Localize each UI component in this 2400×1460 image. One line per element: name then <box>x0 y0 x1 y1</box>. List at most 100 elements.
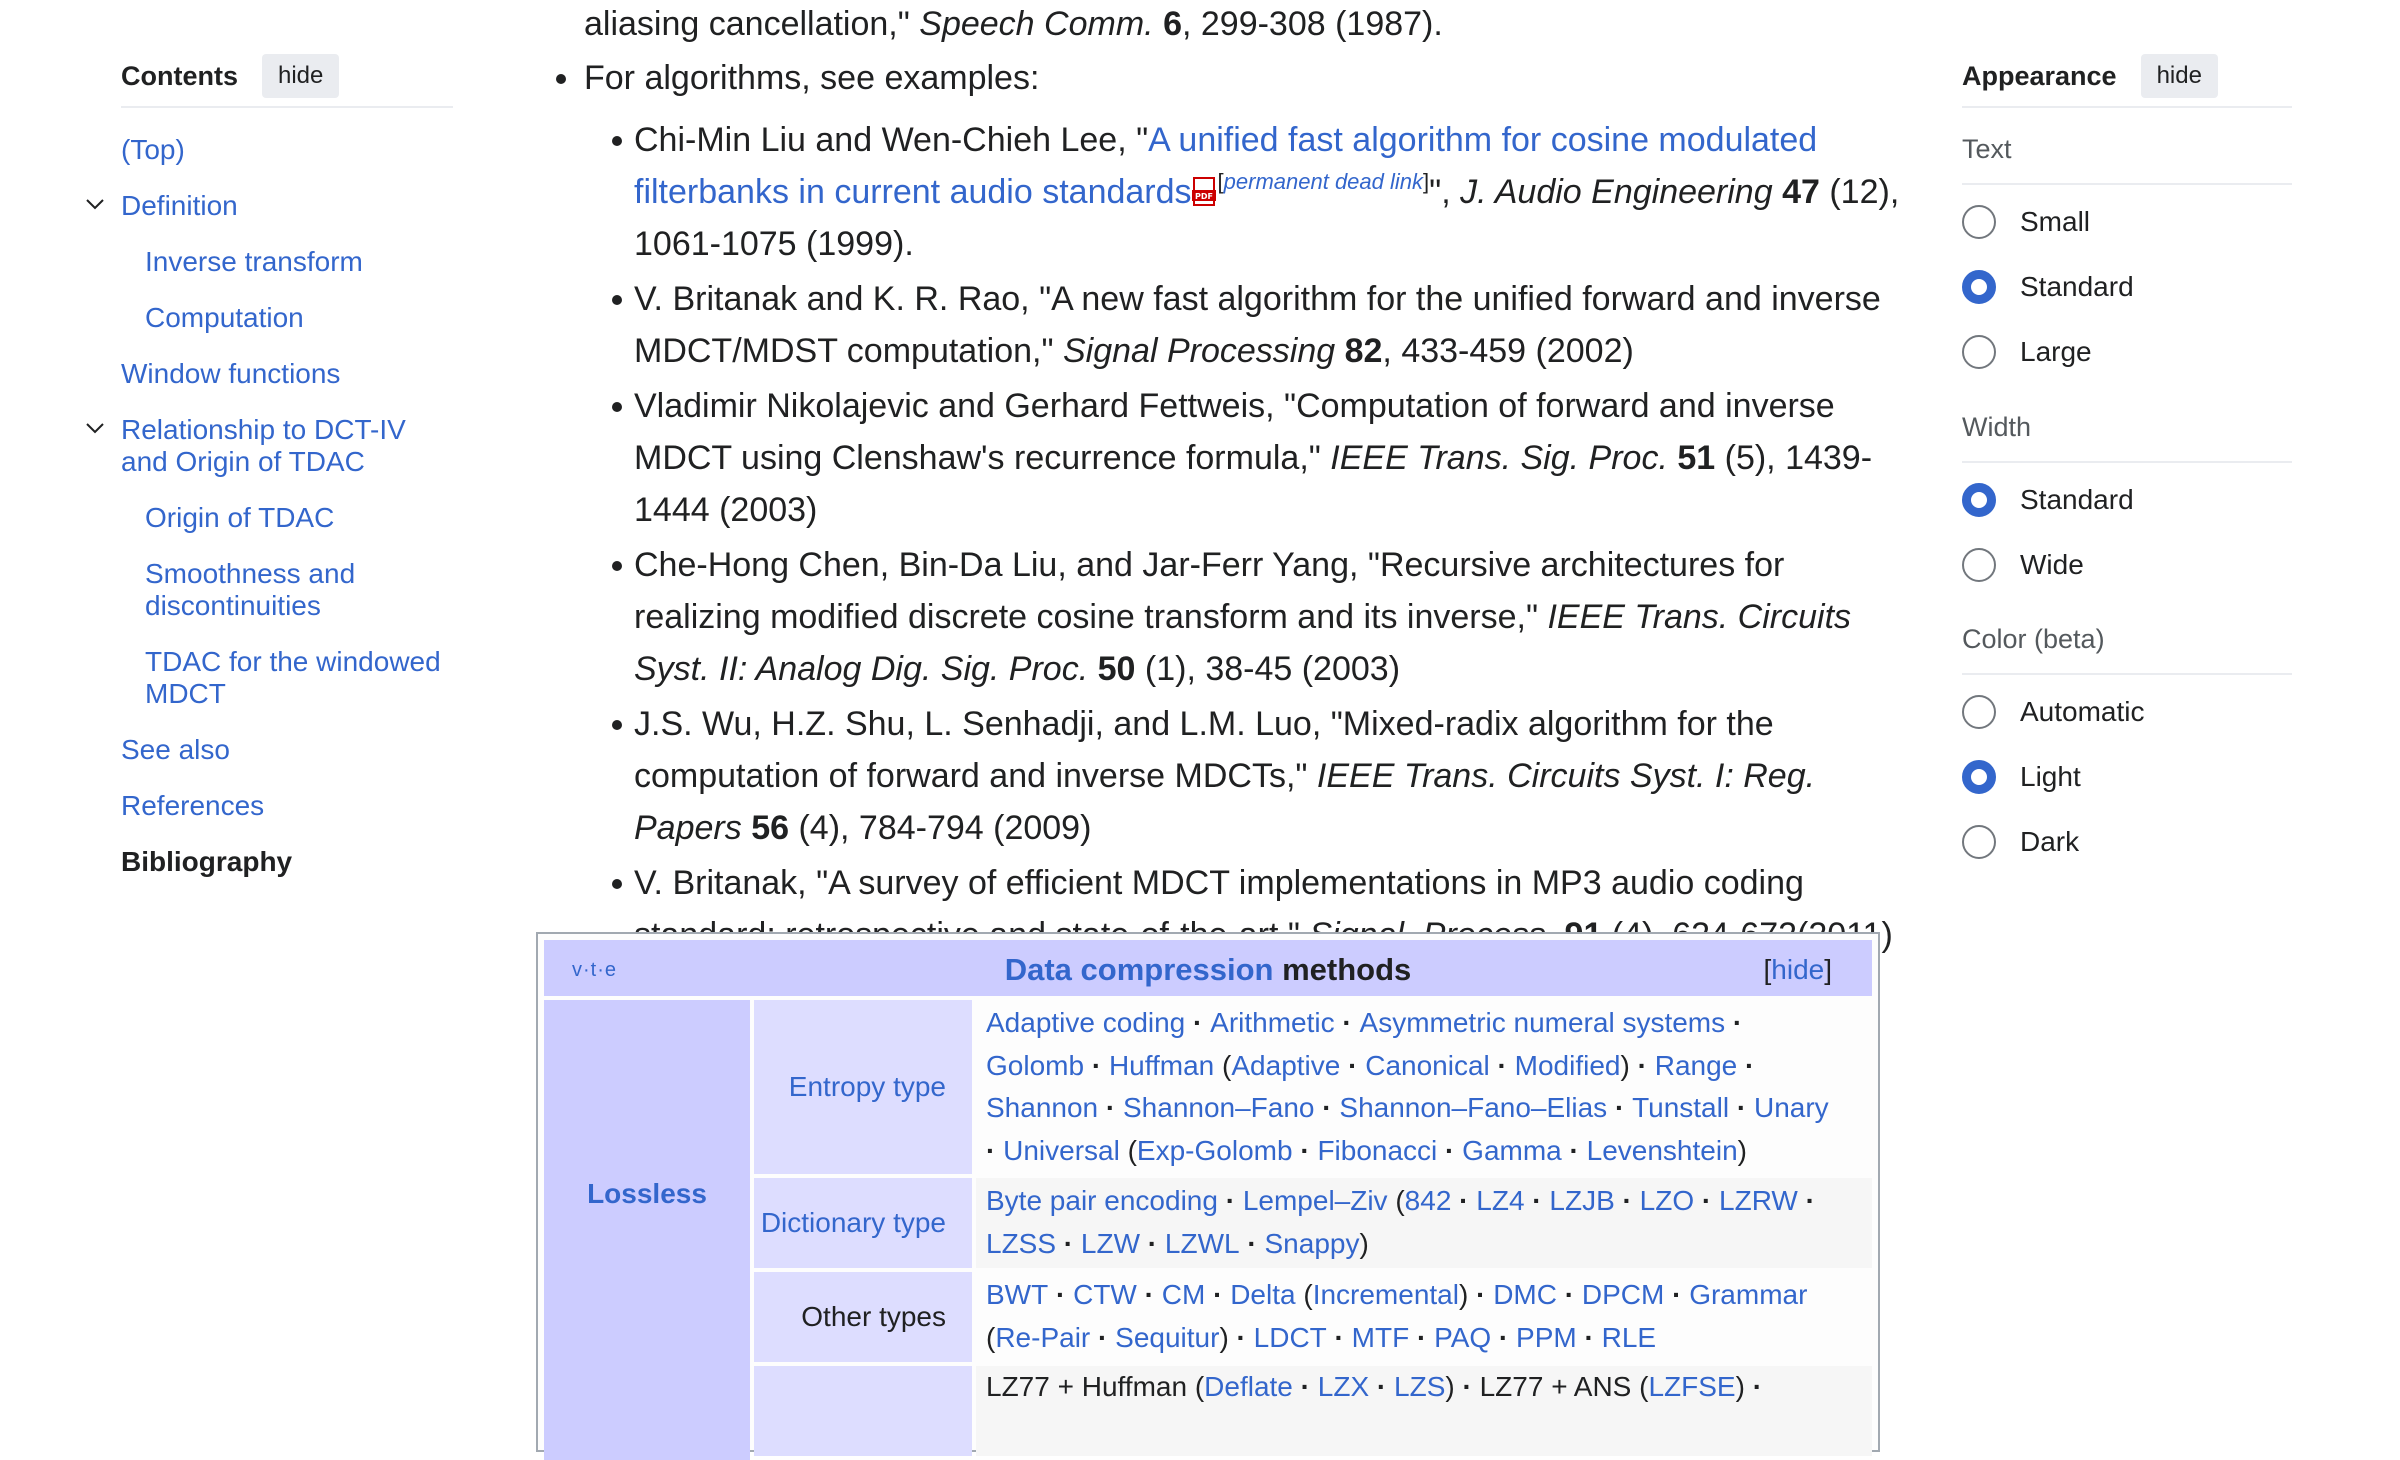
list-link[interactable]: Deflate <box>1204 1371 1293 1402</box>
toc-item-definition-label[interactable]: Definition <box>121 190 238 221</box>
list-item: Vladimir Nikolajevic and Gerhard Fettwei… <box>612 380 1904 536</box>
list-link[interactable]: Adaptive <box>1231 1050 1340 1081</box>
toc-item-relationship-label[interactable]: Relationship to DCT-IV and Origin of TDA… <box>121 414 406 477</box>
list-link[interactable]: LZFSE <box>1648 1371 1735 1402</box>
toc-item-references[interactable]: References <box>121 790 453 822</box>
list-link[interactable]: Unary <box>1754 1092 1829 1123</box>
list-link[interactable]: Byte pair encoding <box>986 1185 1218 1216</box>
list-link[interactable]: LZS <box>1394 1371 1445 1402</box>
list-link[interactable]: LZ4 <box>1476 1185 1524 1216</box>
radio-width-standard[interactable]: Standard <box>1962 483 2134 517</box>
radio-circle[interactable] <box>1962 825 1996 859</box>
list-link[interactable]: PAQ <box>1434 1322 1491 1353</box>
radio-label[interactable]: Automatic <box>2020 696 2145 728</box>
radio-color-dark[interactable]: Dark <box>1962 825 2079 859</box>
radio-label[interactable]: Light <box>2020 761 2081 793</box>
list-link[interactable]: MTF <box>1352 1322 1410 1353</box>
list-link[interactable]: Range <box>1655 1050 1738 1081</box>
chevron-down-icon[interactable] <box>83 192 107 216</box>
list-link[interactable]: LZX <box>1318 1371 1369 1402</box>
list-link[interactable]: PPM <box>1516 1322 1577 1353</box>
navbox-title-link[interactable]: Data compression <box>1005 952 1274 987</box>
list-link[interactable]: Grammar <box>1689 1279 1807 1310</box>
list-link[interactable]: CM <box>1162 1279 1206 1310</box>
toc-item-see-also[interactable]: See also <box>121 734 453 766</box>
toc-item-window-functions[interactable]: Window functions <box>121 358 453 390</box>
list-link[interactable]: Levenshtein <box>1587 1135 1738 1166</box>
list-link[interactable]: 842 <box>1405 1185 1452 1216</box>
radio-label[interactable]: Standard <box>2020 271 2134 303</box>
radio-text-large[interactable]: Large <box>1962 335 2092 369</box>
list-link[interactable]: Arithmetic <box>1210 1007 1334 1038</box>
list-link[interactable]: Sequitur <box>1115 1322 1219 1353</box>
list-link[interactable]: RLE <box>1602 1322 1656 1353</box>
list-link[interactable]: Universal <box>1003 1135 1120 1166</box>
list-link[interactable]: BWT <box>986 1279 1048 1310</box>
radio-label[interactable]: Standard <box>2020 484 2134 516</box>
list-link[interactable]: LZW <box>1081 1228 1140 1259</box>
list-link[interactable]: Lempel–Ziv <box>1243 1185 1388 1216</box>
toc-item-smoothness[interactable]: Smoothness and discontinuities <box>145 558 455 622</box>
list-link[interactable]: Delta <box>1230 1279 1295 1310</box>
appearance-hide-button[interactable]: hide <box>2140 54 2218 98</box>
chevron-down-icon[interactable] <box>83 416 107 440</box>
radio-circle[interactable] <box>1962 335 1996 369</box>
radio-circle-checked[interactable] <box>1962 270 1996 304</box>
radio-circle-checked[interactable] <box>1962 760 1996 794</box>
list-link[interactable]: Fibonacci <box>1317 1135 1437 1166</box>
radio-text-standard[interactable]: Standard <box>1962 270 2134 304</box>
entropy-type-link[interactable]: Entropy type <box>789 1071 946 1103</box>
list-link[interactable]: Incremental <box>1313 1279 1459 1310</box>
list-link[interactable]: LDCT <box>1254 1322 1327 1353</box>
list-link[interactable]: LZWL <box>1165 1228 1240 1259</box>
radio-width-wide[interactable]: Wide <box>1962 548 2084 582</box>
list-link[interactable]: Snappy <box>1265 1228 1360 1259</box>
radio-label[interactable]: Wide <box>2020 549 2084 581</box>
radio-circle[interactable] <box>1962 548 1996 582</box>
list-link[interactable]: DMC <box>1493 1279 1557 1310</box>
toc-item-origin-tdac[interactable]: Origin of TDAC <box>145 502 455 534</box>
radio-color-automatic[interactable]: Automatic <box>1962 695 2145 729</box>
list-link[interactable]: Re-Pair <box>995 1322 1090 1353</box>
toc-item-computation[interactable]: Computation <box>145 302 455 334</box>
list-link[interactable]: Tunstall <box>1632 1092 1729 1123</box>
list-link[interactable]: Huffman <box>1109 1050 1214 1081</box>
dictionary-type-link[interactable]: Dictionary type <box>761 1207 946 1239</box>
list-link[interactable]: Asymmetric numeral systems <box>1360 1007 1726 1038</box>
radio-label[interactable]: Dark <box>2020 826 2079 858</box>
list-link[interactable]: Shannon–Fano–Elias <box>1339 1092 1607 1123</box>
toc-item-tdac-windowed[interactable]: TDAC for the windowed MDCT <box>145 646 455 710</box>
dead-link-label[interactable]: permanent dead link <box>1224 169 1423 194</box>
toc-item-top[interactable]: (Top) <box>121 134 453 166</box>
list-item: Chi-Min Liu and Wen-Chieh Lee, "A unifie… <box>612 114 1904 270</box>
list-link[interactable]: LZRW <box>1719 1185 1798 1216</box>
list-link[interactable]: Gamma <box>1462 1135 1562 1166</box>
list-link[interactable]: Adaptive coding <box>986 1007 1185 1038</box>
list-link[interactable]: Shannon <box>986 1092 1098 1123</box>
group-lossless-link[interactable]: Lossless <box>587 1178 707 1210</box>
toc-item-inverse-transform[interactable]: Inverse transform <box>145 246 455 278</box>
list-link[interactable]: DPCM <box>1582 1279 1664 1310</box>
toc-item-definition[interactable]: Definition <box>86 190 453 222</box>
navbox-hide-toggle[interactable]: [hide] <box>1764 954 1833 986</box>
radio-circle[interactable] <box>1962 695 1996 729</box>
list-link[interactable]: Shannon–Fano <box>1123 1092 1315 1123</box>
navbox-hide-link[interactable]: hide <box>1771 954 1824 985</box>
radio-circle-checked[interactable] <box>1962 483 1996 517</box>
list-link[interactable]: Exp-Golomb <box>1137 1135 1293 1166</box>
list-link[interactable]: LZSS <box>986 1228 1056 1259</box>
list-link[interactable]: Canonical <box>1365 1050 1490 1081</box>
list-link[interactable]: CTW <box>1073 1279 1137 1310</box>
radio-circle[interactable] <box>1962 205 1996 239</box>
list-link[interactable]: Golomb <box>986 1050 1084 1081</box>
toc-hide-button[interactable]: hide <box>262 54 340 98</box>
radio-text-small[interactable]: Small <box>1962 205 2090 239</box>
list-link[interactable]: LZJB <box>1549 1185 1614 1216</box>
radio-label[interactable]: Large <box>2020 336 2092 368</box>
toc-item-relationship[interactable]: Relationship to DCT-IV and Origin of TDA… <box>86 414 453 478</box>
radio-label[interactable]: Small <box>2020 206 2090 238</box>
list-link[interactable]: Modified <box>1515 1050 1621 1081</box>
list-link[interactable]: LZO <box>1640 1185 1694 1216</box>
radio-color-light[interactable]: Light <box>1962 760 2081 794</box>
toc-item-bibliography[interactable]: Bibliography <box>121 846 453 878</box>
